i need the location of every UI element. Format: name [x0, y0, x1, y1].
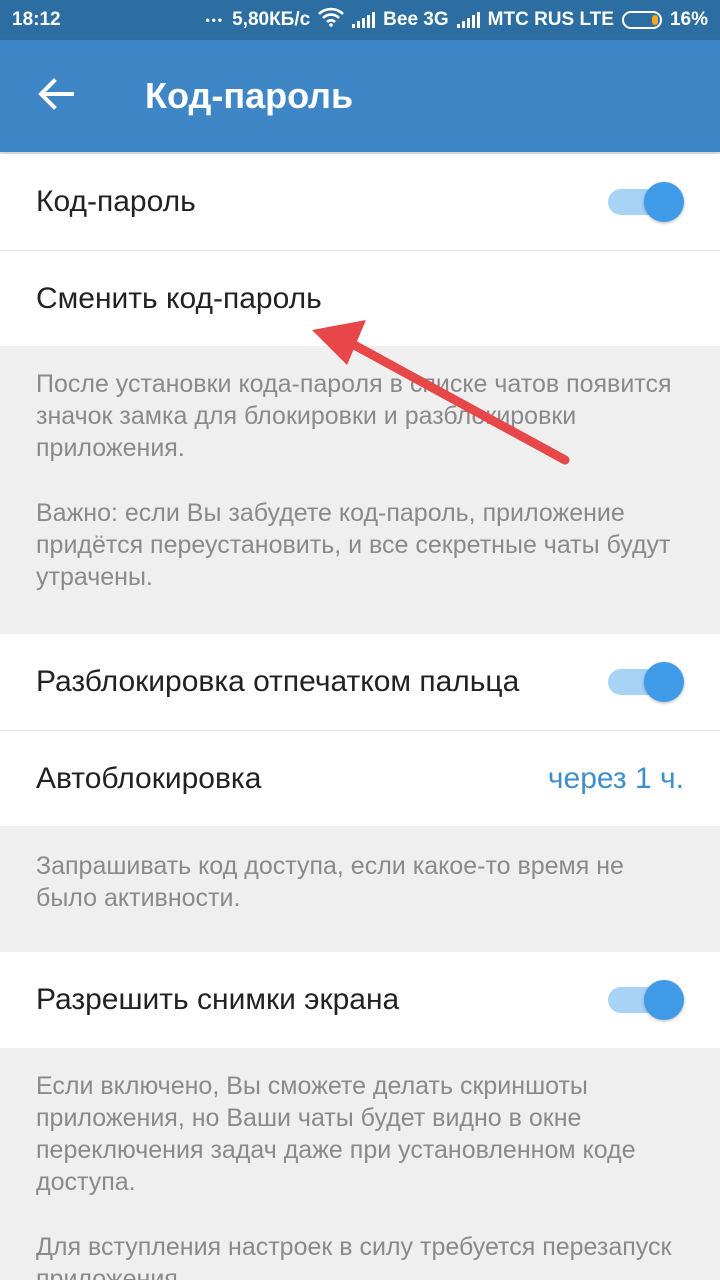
passcode-warning-text: Важно: если Вы забудете код-пароль, прил… — [36, 499, 671, 591]
signal-icon — [352, 12, 376, 28]
status-bar: 18:12 ••• 5,80КБ/с Bee 3G MTC RUS LTE 16… — [0, 0, 720, 40]
autolock-info: Запрашивать код доступа, если какое-то в… — [36, 850, 686, 914]
passcode-row[interactable]: Код-пароль — [0, 154, 720, 250]
passcode-info: После установки кода-пароля в списке чат… — [36, 368, 686, 593]
fingerprint-toggle[interactable] — [608, 662, 684, 702]
passcode-toggle[interactable] — [608, 182, 684, 222]
fingerprint-row[interactable]: Разблокировка отпечатком пальца — [0, 634, 720, 730]
status-time: 18:12 — [12, 9, 61, 30]
carrier-1: Bee 3G — [383, 9, 449, 30]
notification-dots-icon: ••• — [205, 13, 225, 27]
lock-section: Разблокировка отпечатком пальца Автоблок… — [0, 634, 720, 826]
arrow-back-icon — [38, 77, 74, 115]
page-title: Код-пароль — [145, 75, 354, 116]
change-passcode-row[interactable]: Сменить код-пароль — [0, 250, 720, 346]
change-passcode-label: Сменить код-пароль — [36, 281, 322, 315]
fingerprint-label: Разблокировка отпечатком пальца — [36, 665, 520, 698]
wifi-icon — [318, 7, 345, 33]
autolock-label: Автоблокировка — [36, 761, 262, 795]
screenshots-toggle[interactable] — [608, 980, 684, 1020]
screenshots-section: Разрешить снимки экрана — [0, 952, 720, 1048]
screenshots-row[interactable]: Разрешить снимки экрана — [0, 952, 720, 1048]
autolock-row[interactable]: Автоблокировка через 1 ч. — [0, 730, 720, 826]
screenshots-info: Если включено, Вы сможете делать скриншо… — [36, 1070, 686, 1280]
back-button[interactable] — [0, 40, 112, 152]
signal-icon — [456, 12, 480, 28]
screenshots-info-text: Если включено, Вы сможете делать скриншо… — [36, 1072, 636, 1196]
carrier-2: MTC RUS LTE — [487, 9, 614, 30]
passcode-info-text: После установки кода-пароля в списке чат… — [36, 370, 672, 462]
battery-percent: 16% — [669, 9, 708, 30]
screenshots-restart-text: Для вступления настроек в силу требуется… — [36, 1233, 672, 1280]
battery-icon — [621, 11, 662, 29]
autolock-info-text: Запрашивать код доступа, если какое-то в… — [36, 852, 624, 912]
passcode-label: Код-пароль — [36, 185, 196, 218]
net-speed: 5,80КБ/с — [232, 9, 311, 30]
passcode-section: Код-пароль Сменить код-пароль — [0, 154, 720, 346]
screen: 18:12 ••• 5,80КБ/с Bee 3G MTC RUS LTE 16… — [0, 0, 720, 1280]
autolock-value: через 1 ч. — [547, 761, 684, 795]
app-bar: Код-пароль — [0, 40, 720, 152]
status-indicators: ••• 5,80КБ/с Bee 3G MTC RUS LTE 16% — [205, 7, 708, 33]
screenshots-label: Разрешить снимки экрана — [36, 983, 400, 1016]
